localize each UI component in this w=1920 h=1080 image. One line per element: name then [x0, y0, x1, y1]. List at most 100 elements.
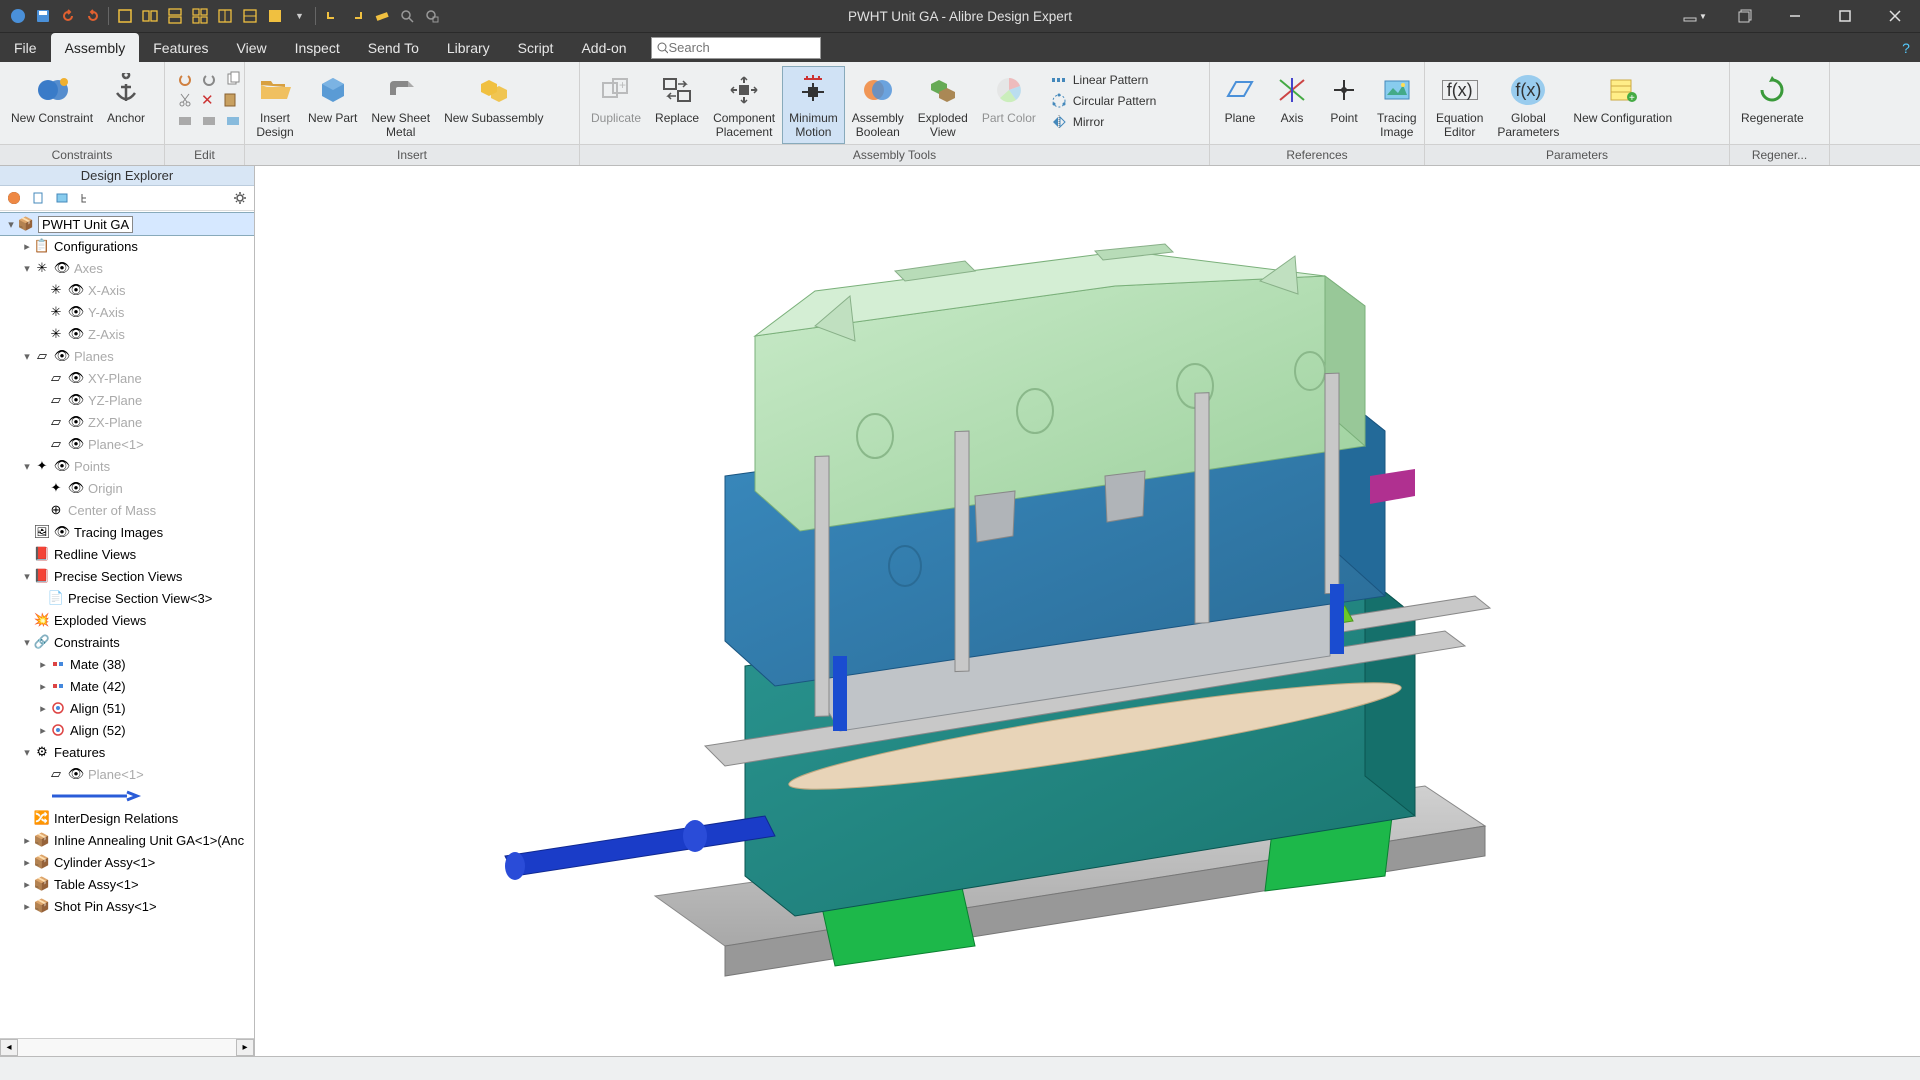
- new-constraint-button[interactable]: New Constraint: [4, 66, 100, 130]
- exp-tool-gear-icon[interactable]: [230, 188, 250, 208]
- tree-align51[interactable]: ▸Align (51): [0, 697, 254, 719]
- maximize-button[interactable]: [1820, 0, 1870, 32]
- close-button[interactable]: [1870, 0, 1920, 32]
- exp-tool-colors-icon[interactable]: [4, 188, 24, 208]
- search-input[interactable]: [668, 40, 815, 55]
- tree-plane1[interactable]: ▱👁Plane<1>: [0, 433, 254, 455]
- menu-file[interactable]: File: [0, 33, 51, 62]
- anchor-button[interactable]: Anchor: [100, 66, 152, 130]
- window6-icon[interactable]: [240, 7, 259, 26]
- equation-editor-button[interactable]: f(x)Equation Editor: [1429, 66, 1490, 144]
- replace-button[interactable]: Replace: [648, 66, 706, 130]
- tree-feature-plane1[interactable]: ▱👁Plane<1>: [0, 763, 254, 785]
- plane-button[interactable]: Plane: [1214, 66, 1266, 130]
- 3d-viewport[interactable]: [255, 166, 1920, 1056]
- point-button[interactable]: Point: [1318, 66, 1370, 130]
- window-dd-icon[interactable]: ▼: [290, 7, 309, 26]
- tracing-image-button[interactable]: Tracing Image: [1370, 66, 1424, 144]
- tree-yz-plane[interactable]: ▱👁YZ-Plane: [0, 389, 254, 411]
- edit-undo-icon[interactable]: [175, 70, 195, 88]
- window3-icon[interactable]: [165, 7, 184, 26]
- new-part-button[interactable]: New Part: [301, 66, 364, 130]
- minimize-button[interactable]: [1770, 0, 1820, 32]
- menu-addon[interactable]: Add-on: [567, 33, 640, 62]
- menu-assembly[interactable]: Assembly: [51, 33, 140, 62]
- tree-mate38[interactable]: ▸Mate (38): [0, 653, 254, 675]
- explorer-hscroll[interactable]: ◂▸: [0, 1038, 254, 1056]
- tree-inline-annealing[interactable]: ▸📦Inline Annealing Unit GA<1>(Anc: [0, 829, 254, 851]
- menu-library[interactable]: Library: [433, 33, 504, 62]
- window4-icon[interactable]: [190, 7, 209, 26]
- exploded-view-button[interactable]: Exploded View: [911, 66, 975, 144]
- window1-icon[interactable]: [115, 7, 134, 26]
- menu-features[interactable]: Features: [139, 33, 222, 62]
- tree-precise-section-view3[interactable]: 📄Precise Section View<3>: [0, 587, 254, 609]
- zoom-icon[interactable]: [397, 7, 416, 26]
- tree-precise-section-views[interactable]: ▾📕Precise Section Views: [0, 565, 254, 587]
- exp-tool-doc-icon[interactable]: [28, 188, 48, 208]
- edit-props2-icon[interactable]: [199, 112, 219, 130]
- menu-sendto[interactable]: Send To: [354, 33, 433, 62]
- exp-tool-tree-icon[interactable]: [76, 188, 96, 208]
- edit-cut-icon[interactable]: [175, 90, 195, 110]
- edit-props3-icon[interactable]: [223, 112, 243, 130]
- window5-icon[interactable]: [215, 7, 234, 26]
- menu-view[interactable]: View: [223, 33, 281, 62]
- tree-features[interactable]: ▾⚙Features: [0, 741, 254, 763]
- window2-icon[interactable]: [140, 7, 159, 26]
- circular-pattern-button[interactable]: Circular Pattern: [1049, 91, 1158, 110]
- measure-icon[interactable]: [372, 7, 391, 26]
- tree-constraints[interactable]: ▾🔗Constraints: [0, 631, 254, 653]
- window7-icon[interactable]: [265, 7, 284, 26]
- search-box[interactable]: [651, 37, 821, 59]
- tree-tracing-images[interactable]: 🖼👁Tracing Images: [0, 521, 254, 543]
- minimize-tray-icon[interactable]: ▼: [1670, 0, 1720, 32]
- restore-window-icon[interactable]: [1720, 0, 1770, 32]
- rotate-right-icon[interactable]: [347, 7, 366, 26]
- new-sheet-metal-button[interactable]: New Sheet Metal: [364, 66, 437, 144]
- tree-xy-plane[interactable]: ▱👁XY-Plane: [0, 367, 254, 389]
- tree-axes[interactable]: ▾✳👁Axes: [0, 257, 254, 279]
- regenerate-button[interactable]: Regenerate: [1734, 66, 1811, 130]
- tree-origin[interactable]: ✦👁Origin: [0, 477, 254, 499]
- tree-mate42[interactable]: ▸Mate (42): [0, 675, 254, 697]
- tree-root[interactable]: ▾📦PWHT Unit GA: [0, 213, 254, 235]
- undo-icon[interactable]: [58, 7, 77, 26]
- tree-align52[interactable]: ▸Align (52): [0, 719, 254, 741]
- tree-feature-marker[interactable]: [0, 785, 254, 807]
- tree-exploded-views[interactable]: 💥Exploded Views: [0, 609, 254, 631]
- explorer-tree[interactable]: ▾📦PWHT Unit GA ▸📋Configurations ▾✳👁Axes …: [0, 211, 254, 1038]
- menu-script[interactable]: Script: [504, 33, 568, 62]
- tree-configurations[interactable]: ▸📋Configurations: [0, 235, 254, 257]
- save-icon[interactable]: [33, 7, 52, 26]
- tree-shot-pin-assy[interactable]: ▸📦Shot Pin Assy<1>: [0, 895, 254, 917]
- tree-planes[interactable]: ▾▱👁Planes: [0, 345, 254, 367]
- insert-design-button[interactable]: Insert Design: [249, 66, 301, 144]
- menu-inspect[interactable]: Inspect: [281, 33, 354, 62]
- assembly-boolean-button[interactable]: Assembly Boolean: [845, 66, 911, 144]
- minimum-motion-button[interactable]: Minimum Motion: [782, 66, 845, 144]
- edit-redo-icon[interactable]: [199, 70, 219, 88]
- edit-delete-icon[interactable]: ✕: [199, 90, 216, 110]
- rotate-left-icon[interactable]: [322, 7, 341, 26]
- component-placement-button[interactable]: Component Placement: [706, 66, 782, 144]
- tree-center-of-mass[interactable]: ⊕Center of Mass: [0, 499, 254, 521]
- tree-table-assy[interactable]: ▸📦Table Assy<1>: [0, 873, 254, 895]
- tree-y-axis[interactable]: ✳👁Y-Axis: [0, 301, 254, 323]
- new-configuration-button[interactable]: +New Configuration: [1566, 66, 1679, 130]
- tree-redline-views[interactable]: 📕Redline Views: [0, 543, 254, 565]
- tree-x-axis[interactable]: ✳👁X-Axis: [0, 279, 254, 301]
- edit-props1-icon[interactable]: [175, 112, 195, 130]
- global-parameters-button[interactable]: f(x)Global Parameters: [1490, 66, 1566, 144]
- redo-icon[interactable]: [83, 7, 102, 26]
- part-color-button[interactable]: Part Color: [975, 66, 1043, 130]
- tree-cylinder-assy[interactable]: ▸📦Cylinder Assy<1>: [0, 851, 254, 873]
- exp-tool-win-icon[interactable]: [52, 188, 72, 208]
- new-subassembly-button[interactable]: New Subassembly: [437, 66, 550, 130]
- tree-zx-plane[interactable]: ▱👁ZX-Plane: [0, 411, 254, 433]
- tree-interdesign[interactable]: 🔀InterDesign Relations: [0, 807, 254, 829]
- tree-z-axis[interactable]: ✳👁Z-Axis: [0, 323, 254, 345]
- mirror-button[interactable]: Mirror: [1049, 112, 1158, 131]
- tree-points[interactable]: ▾✦👁Points: [0, 455, 254, 477]
- linear-pattern-button[interactable]: Linear Pattern: [1049, 70, 1158, 89]
